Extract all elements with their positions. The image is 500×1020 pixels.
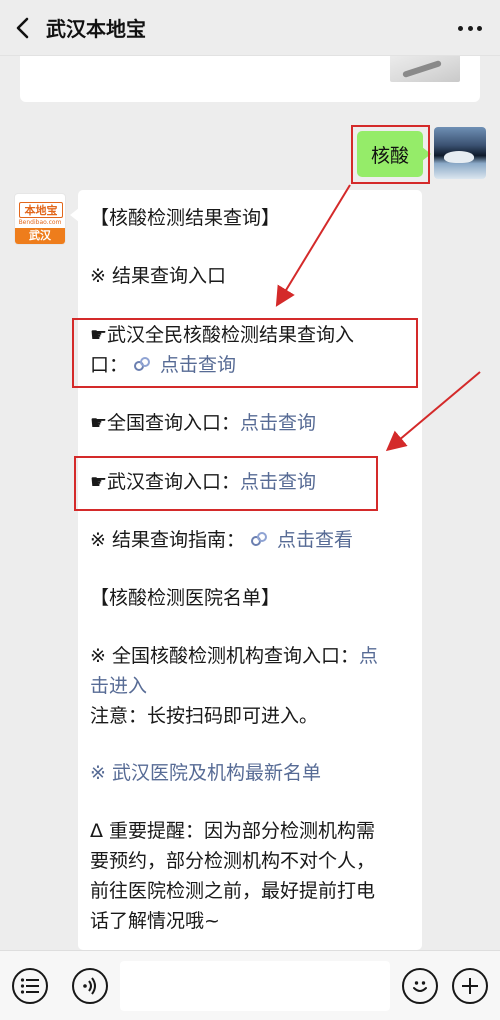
add-button[interactable] (452, 968, 488, 1004)
bot-logo-text: 本地宝 (19, 202, 63, 218)
entry-wuhan-label: ☛武汉查询入口： (90, 471, 241, 493)
guide-line: ※ 结果查询指南： 点击查看 (90, 525, 353, 555)
entry-wuhan-link[interactable]: 点击查询 (240, 471, 316, 493)
chat-header: 武汉本地宝 (0, 0, 500, 56)
message-input[interactable] (120, 961, 390, 1011)
emoji-icon (413, 981, 427, 992)
entry-wuhan-all-link[interactable]: 点击查询 (160, 354, 236, 376)
more-dots-icon (458, 25, 463, 31)
bot-logo-city: 武汉 (15, 228, 65, 244)
entry-national-label: ☛全国查询入口： (90, 412, 241, 434)
chevron-left-icon (16, 17, 29, 38)
user-message-bubble: 核酸 (357, 131, 431, 177)
bot-avatar[interactable]: 本地宝 Bendibao.com 武汉 (14, 193, 66, 245)
add-icon (462, 978, 478, 994)
heading-hospital-list: 【核酸检测医院名单】 (90, 587, 281, 609)
guide-label: ※ 结果查询指南： (90, 529, 245, 551)
entry-wuhan-all-line1: ☛武汉全民核酸检测结果查询入 (90, 324, 355, 346)
section-result-entry: ※ 结果查询入口 (90, 265, 226, 287)
bottom-input-bar (0, 950, 500, 1020)
voice-icon (83, 977, 96, 995)
user-message-text: 核酸 (370, 144, 409, 167)
menu-list-icon (20, 978, 39, 994)
scan-note: 注意：长按扫码即可进入。 (90, 705, 319, 727)
entry-wuhan-all-label: 口： (90, 354, 129, 376)
hospital-prefix: ※ (90, 762, 112, 784)
reminder-line1: Δ 重要提醒：因为部分检测机构需 (90, 820, 376, 842)
user-avatar[interactable] (434, 127, 486, 179)
back-button[interactable] (0, 0, 44, 56)
mini-program-icon (134, 357, 151, 371)
entry-national-link[interactable]: 点击查询 (240, 412, 316, 434)
emoji-button[interactable] (402, 968, 438, 1004)
institution-label: ※ 全国核酸检测机构查询入口： (90, 645, 359, 667)
entry-national-line: ☛全国查询入口：点击查询 (90, 408, 316, 438)
mini-program-icon (250, 532, 267, 546)
more-button[interactable] (458, 18, 482, 38)
reminder-line3: 前往医院检测之前，最好提前打电 (90, 880, 376, 902)
hospital-list-link[interactable]: 武汉医院及机构最新名单 (112, 762, 321, 784)
menu-button[interactable] (12, 968, 48, 1004)
guide-link[interactable]: 点击查看 (277, 529, 353, 551)
entry-wuhan-line: ☛武汉查询入口：点击查询 (90, 467, 316, 497)
bot-logo-site: Bendibao.com (18, 219, 62, 226)
reminder-line2: 要预约，部分检测机构不对个人， (90, 850, 376, 872)
institution-link-part2[interactable]: 击进入 (90, 671, 147, 701)
hospital-list-line: ※ 武汉医院及机构最新名单 (90, 758, 321, 788)
heading-result-query: 【核酸检测结果查询】 (90, 207, 281, 229)
institution-line1: ※ 全国核酸检测机构查询入口：点 (90, 641, 378, 671)
chat-title: 武汉本地宝 (46, 17, 146, 41)
entry-wuhan-all-line2: 口： 点击查询 (90, 350, 236, 380)
reminder-line4: 话了解情况哦~ (90, 910, 220, 932)
institution-link-part1[interactable]: 点 (359, 645, 378, 667)
voice-button[interactable] (72, 968, 108, 1004)
